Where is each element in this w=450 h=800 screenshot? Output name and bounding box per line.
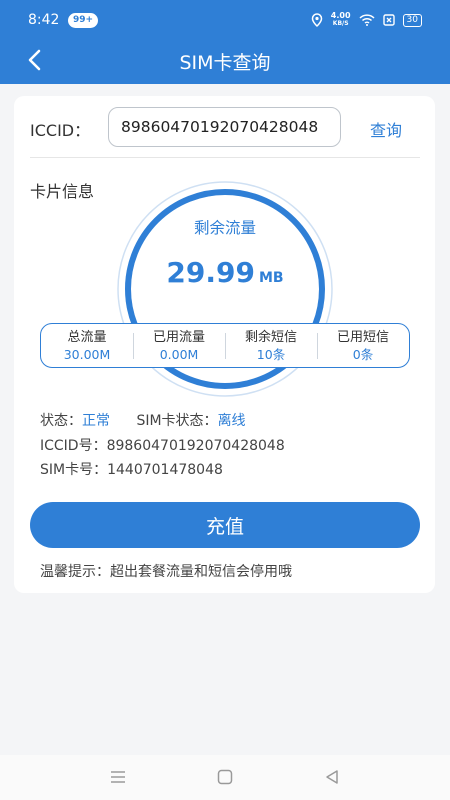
back-triangle-icon[interactable] [322,767,342,787]
notification-badge: 99+ [68,13,99,28]
tip-text: 温馨提示：超出套餐流量和短信会停用哦 [40,564,292,580]
stat-label: 已用流量 [152,329,205,345]
divider [30,157,420,158]
status-bar: 8:42 99+ 4.00 KB/S 30 [0,0,450,40]
sim-status-value: 离线 [217,413,246,429]
stat-value: 30.00M [63,346,111,362]
location-icon [311,13,323,27]
usage-stats: 总流量 30.00M 已用流量 0.00M 剩余短信 10条 已用短信 0条 [40,323,410,368]
remaining-data-value: 29.99 MB [115,256,335,289]
sim-number-line: SIM卡号：1440701478048 [40,462,223,478]
clock: 8:42 [28,12,60,28]
stat-used-sms: 已用短信 0条 [317,329,409,363]
query-button[interactable]: 查询 [370,117,402,141]
wifi-icon [359,14,375,26]
header: SIM卡查询 [0,40,450,84]
gauge-label: 剩余流量 [193,219,256,237]
remaining-number: 29.99 [166,256,255,289]
battery-icon: 30 [402,13,422,27]
main-card: ICCID： 查询 卡片信息 剩余流量 29.99MB 总流量 30.00M 已… [14,96,435,593]
stat-value: 0条 [352,346,374,362]
stat-value: 10条 [256,346,286,362]
iccid-input[interactable] [108,107,341,147]
stat-label: 总流量 [67,329,107,345]
page-title: SIM卡查询 [179,52,271,74]
sim-icon [382,14,395,26]
menu-icon[interactable] [108,767,128,787]
section-title: 卡片信息 [30,182,95,201]
iccid-label: ICCID： [30,121,91,140]
network-speed: 4.00 KB/S [330,11,351,28]
system-nav-bar [0,755,450,800]
status-icons: 4.00 KB/S 30 [311,12,422,28]
stat-total-data: 总流量 30.00M [41,329,133,363]
stat-remaining-sms: 剩余短信 10条 [225,329,317,363]
stat-label: 剩余短信 [244,329,297,345]
status-label: 状态： [40,413,82,429]
recharge-button[interactable]: 充值 [30,502,420,548]
stat-used-data: 已用流量 0.00M [133,329,225,363]
iccid-number-line: ICCID号：89860470192070428048 [40,438,285,454]
home-icon[interactable] [215,767,235,787]
remaining-unit: MB [258,270,284,286]
stat-label: 已用短信 [336,329,389,345]
sim-status-label: SIM卡状态： [136,413,218,429]
status-line: 状态：正常 SIM卡状态：离线 [40,410,246,430]
status-value: 正常 [82,413,110,429]
stat-value: 0.00M [159,346,199,362]
